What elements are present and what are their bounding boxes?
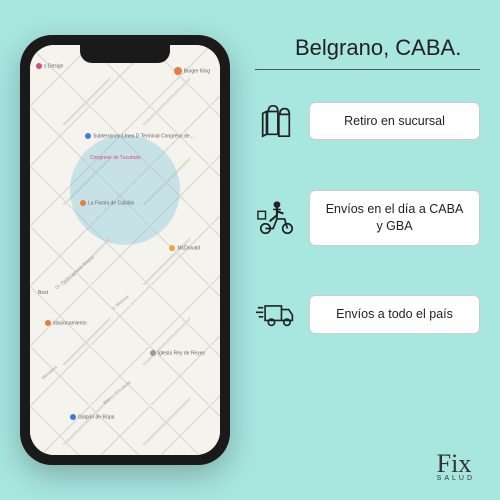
map-poi: Iglesia Rey de Reyes xyxy=(150,350,205,356)
map-poi: Burger King xyxy=(174,67,210,75)
map-poi: McDonald xyxy=(169,245,200,251)
map-location-radius xyxy=(70,135,180,245)
map-poi: La Farola de Cabildo xyxy=(80,200,134,206)
phone-mockup: s Design Burger King Subterraneo Línea D… xyxy=(20,35,230,465)
feature-nationwide: Envíos a todo el país xyxy=(255,294,480,336)
feature-pickup: Retiro en sucursal xyxy=(255,100,480,142)
divider xyxy=(255,69,480,70)
location-title: Belgrano, CABA. xyxy=(255,35,480,61)
map-poi: Congreso de Tucumán xyxy=(90,155,141,161)
phone-screen: s Design Burger King Subterraneo Línea D… xyxy=(30,45,220,455)
feature-label: Retiro en sucursal xyxy=(309,102,480,141)
map-poi: Best xyxy=(38,290,48,296)
map-poi: Galpón de Ropa xyxy=(70,414,114,420)
feature-same-day: Envíos en el día a CABA y GBA xyxy=(255,190,480,246)
delivery-scooter-icon xyxy=(255,197,297,239)
feature-label: Envíos a todo el país xyxy=(309,295,480,334)
promo-card: s Design Burger King Subterraneo Línea D… xyxy=(0,0,500,500)
logo-sub: SALUD xyxy=(437,476,475,482)
map-poi: stacionamiento xyxy=(45,320,87,326)
brand-logo: Fix SALUD xyxy=(437,454,475,482)
info-column: Belgrano, CABA. Retiro en sucursal xyxy=(255,30,480,470)
shopping-bag-icon xyxy=(255,100,297,142)
feature-label: Envíos en el día a CABA y GBA xyxy=(309,190,480,246)
map-poi: s Design xyxy=(36,63,63,69)
phone-column: s Design Burger King Subterraneo Línea D… xyxy=(20,30,230,470)
shipping-truck-icon xyxy=(255,294,297,336)
phone-notch xyxy=(80,45,170,63)
logo-main: Fix xyxy=(437,449,472,478)
map-poi: Subterraneo Línea D Terminal Congreso de… xyxy=(85,133,194,139)
